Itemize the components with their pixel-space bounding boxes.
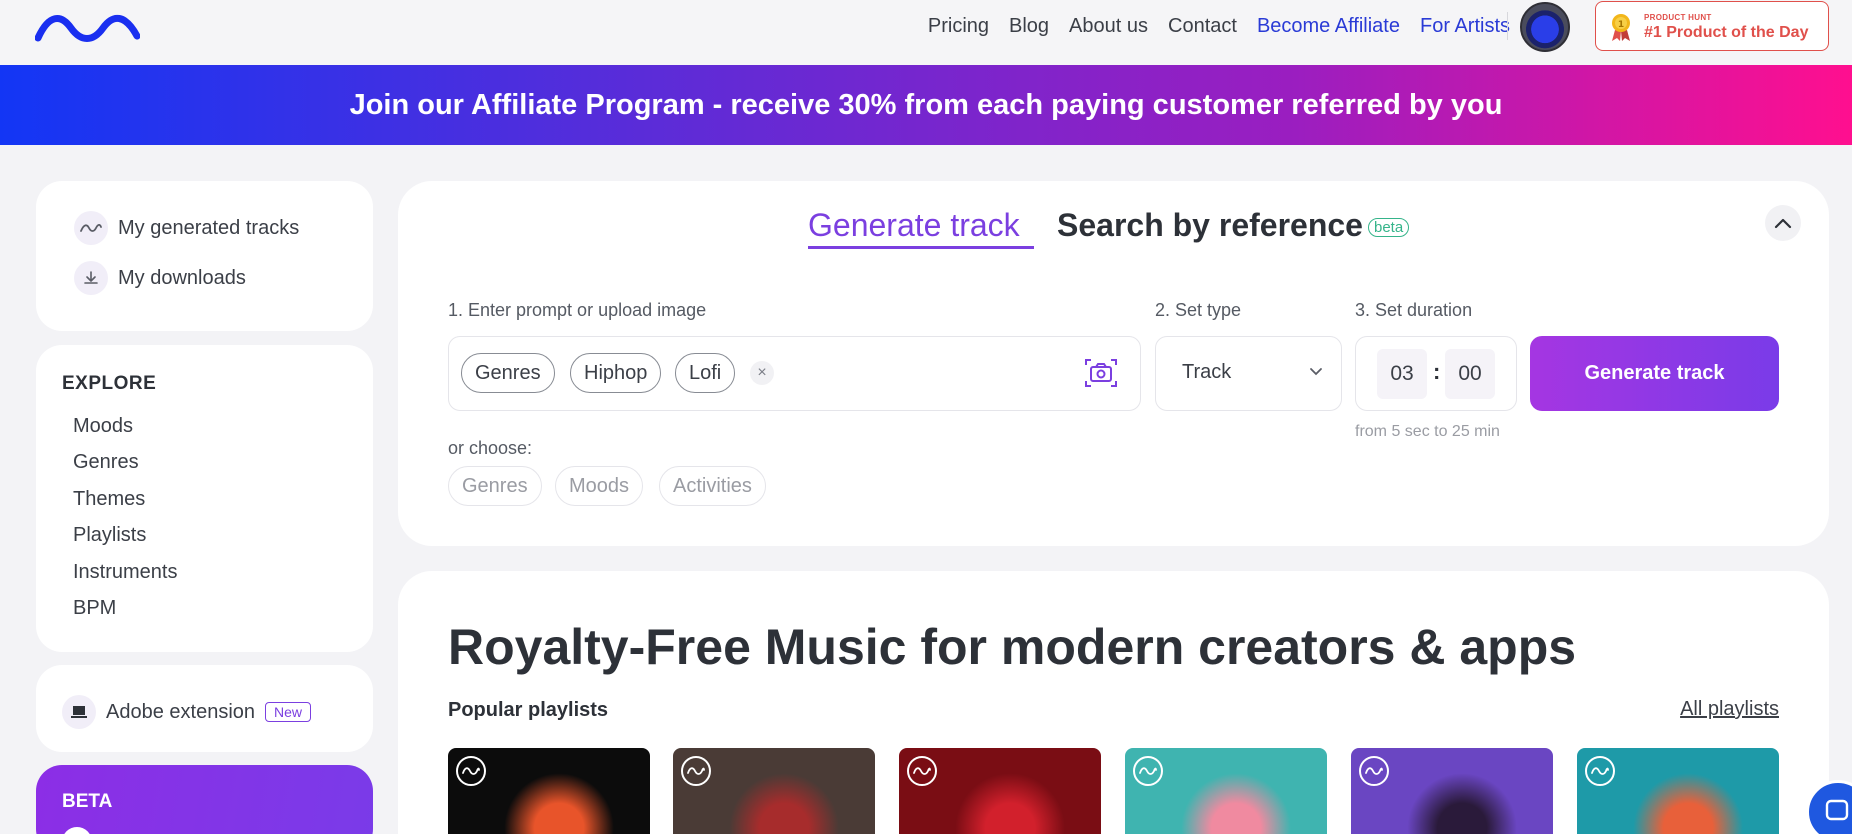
step2-label: 2. Set type xyxy=(1155,300,1242,320)
affiliate-banner[interactable]: Join our Affiliate Program - receive 30%… xyxy=(0,65,1852,145)
type-select-value: Track xyxy=(1182,361,1232,383)
duration-separator: : xyxy=(1433,359,1441,384)
product-hunt-title: #1 Product of the Day xyxy=(1644,24,1809,41)
wave-icon xyxy=(907,756,937,786)
explore-item-themes[interactable]: Themes xyxy=(73,488,145,511)
active-tab-underline xyxy=(808,246,1034,249)
page-title: Royalty-Free Music for modern creators &… xyxy=(448,619,1577,675)
product-hunt-caption: PRODUCT HUNT xyxy=(1644,13,1712,22)
laptop-icon xyxy=(62,695,96,729)
nav-pricing[interactable]: Pricing xyxy=(928,15,989,38)
playlist-thumbnail[interactable] xyxy=(899,748,1101,834)
step1-label: 1. Enter prompt or upload image xyxy=(448,300,707,320)
sidebar-explore-card: EXPLORE Moods Genres Themes Playlists In… xyxy=(36,345,373,652)
explore-item-genres[interactable]: Genres xyxy=(73,451,139,474)
sidebar-item-generated-tracks[interactable]: My generated tracks xyxy=(74,211,299,245)
nav-contact[interactable]: Contact xyxy=(1168,15,1237,38)
avatar[interactable] xyxy=(1520,2,1570,52)
beta-label: BETA xyxy=(62,791,113,812)
clear-prompt-button[interactable]: × xyxy=(750,361,774,385)
playlist-thumbnail[interactable] xyxy=(448,748,650,834)
duration-hint: from 5 sec to 25 min xyxy=(1355,423,1500,440)
prompt-chip-genres[interactable]: Genres xyxy=(461,353,555,393)
playlist-thumbnail[interactable] xyxy=(673,748,875,834)
wave-icon xyxy=(1585,756,1615,786)
explore-item-playlists[interactable]: Playlists xyxy=(73,524,146,547)
nav-about[interactable]: About us xyxy=(1069,15,1148,38)
camera-upload-icon[interactable] xyxy=(1083,356,1119,390)
wave-icon xyxy=(74,211,108,245)
nav-become-affiliate[interactable]: Become Affiliate xyxy=(1257,15,1400,38)
playlist-thumbnail[interactable] xyxy=(1125,748,1327,834)
chat-icon xyxy=(1825,799,1849,821)
explore-item-bpm[interactable]: BPM xyxy=(73,597,116,620)
explore-item-moods[interactable]: Moods xyxy=(73,415,133,438)
playlist-thumbnail[interactable] xyxy=(1577,748,1779,834)
sidebar-item-label: My generated tracks xyxy=(118,216,300,239)
generate-track-button[interactable]: Generate track xyxy=(1530,336,1779,411)
wave-logo-icon[interactable] xyxy=(35,10,140,44)
beta-badge: beta xyxy=(1368,218,1410,237)
prompt-chip-hiphop[interactable]: Hiphop xyxy=(570,353,662,393)
top-header: Pricing Blog About us Contact Become Aff… xyxy=(0,0,1852,65)
sidebar-user-card: My generated tracks My downloads xyxy=(36,181,373,331)
new-badge: New xyxy=(265,702,312,722)
main-nav: Pricing Blog About us Contact Become Aff… xyxy=(928,0,1510,52)
download-icon xyxy=(74,261,108,295)
playlist-thumbnail[interactable] xyxy=(1351,748,1553,834)
generator-card: Generate track Search by reference beta … xyxy=(398,181,1829,546)
sidebar-beta-card[interactable]: BETA xyxy=(36,765,373,834)
explore-item-instruments[interactable]: Instruments xyxy=(73,561,177,584)
sidebar-adobe-card[interactable]: Adobe extension New xyxy=(36,665,373,752)
sidebar-item-downloads[interactable]: My downloads xyxy=(74,261,246,295)
duration-seconds-field[interactable]: 00 xyxy=(1445,349,1495,399)
nav-for-artists[interactable]: For Artists xyxy=(1420,15,1510,38)
duration-input: 03 : 00 xyxy=(1355,336,1517,411)
prompt-chip-lofi[interactable]: Lofi xyxy=(675,353,736,393)
choose-chip-activities[interactable]: Activities xyxy=(659,466,766,506)
step3-label: 3. Set duration xyxy=(1355,300,1473,320)
beta-toggle[interactable] xyxy=(62,827,92,834)
sidebar-item-label: My downloads xyxy=(118,266,246,289)
nav-blog[interactable]: Blog xyxy=(1009,15,1049,38)
tab-generate-track[interactable]: Generate track xyxy=(808,207,1020,244)
choose-chip-genres[interactable]: Genres xyxy=(448,466,542,506)
banner-text: Join our Affiliate Program - receive 30%… xyxy=(349,88,1503,121)
wave-icon xyxy=(1133,756,1163,786)
choose-chip-moods[interactable]: Moods xyxy=(555,466,644,506)
all-playlists-link[interactable]: All playlists xyxy=(1680,698,1779,721)
adobe-extension-link[interactable]: Adobe extension New xyxy=(62,695,312,729)
duration-minutes-field[interactable]: 03 xyxy=(1377,349,1427,399)
adobe-extension-label: Adobe extension xyxy=(106,700,256,723)
svg-text:1: 1 xyxy=(1618,20,1624,30)
chevron-down-icon xyxy=(1310,368,1322,376)
wave-icon xyxy=(1359,756,1389,786)
nav-divider xyxy=(1507,12,1508,40)
product-hunt-badge[interactable]: 1 PRODUCT HUNT #1 Product of the Day xyxy=(1595,1,1829,51)
chevron-up-icon xyxy=(1774,218,1792,229)
medal-icon: 1 xyxy=(1612,14,1630,41)
prompt-input[interactable]: Genres Hiphop Lofi × xyxy=(448,336,1141,411)
popular-playlists-heading: Popular playlists xyxy=(448,699,609,721)
explore-heading: EXPLORE xyxy=(62,373,157,394)
tab-search-by-reference[interactable]: Search by reference xyxy=(1057,207,1363,244)
or-choose-label: or choose: xyxy=(448,438,533,458)
wave-icon xyxy=(681,756,711,786)
type-select[interactable]: Track xyxy=(1155,336,1342,411)
collapse-button[interactable] xyxy=(1765,205,1801,241)
wave-icon xyxy=(456,756,486,786)
content-card: Royalty-Free Music for modern creators &… xyxy=(398,571,1829,834)
